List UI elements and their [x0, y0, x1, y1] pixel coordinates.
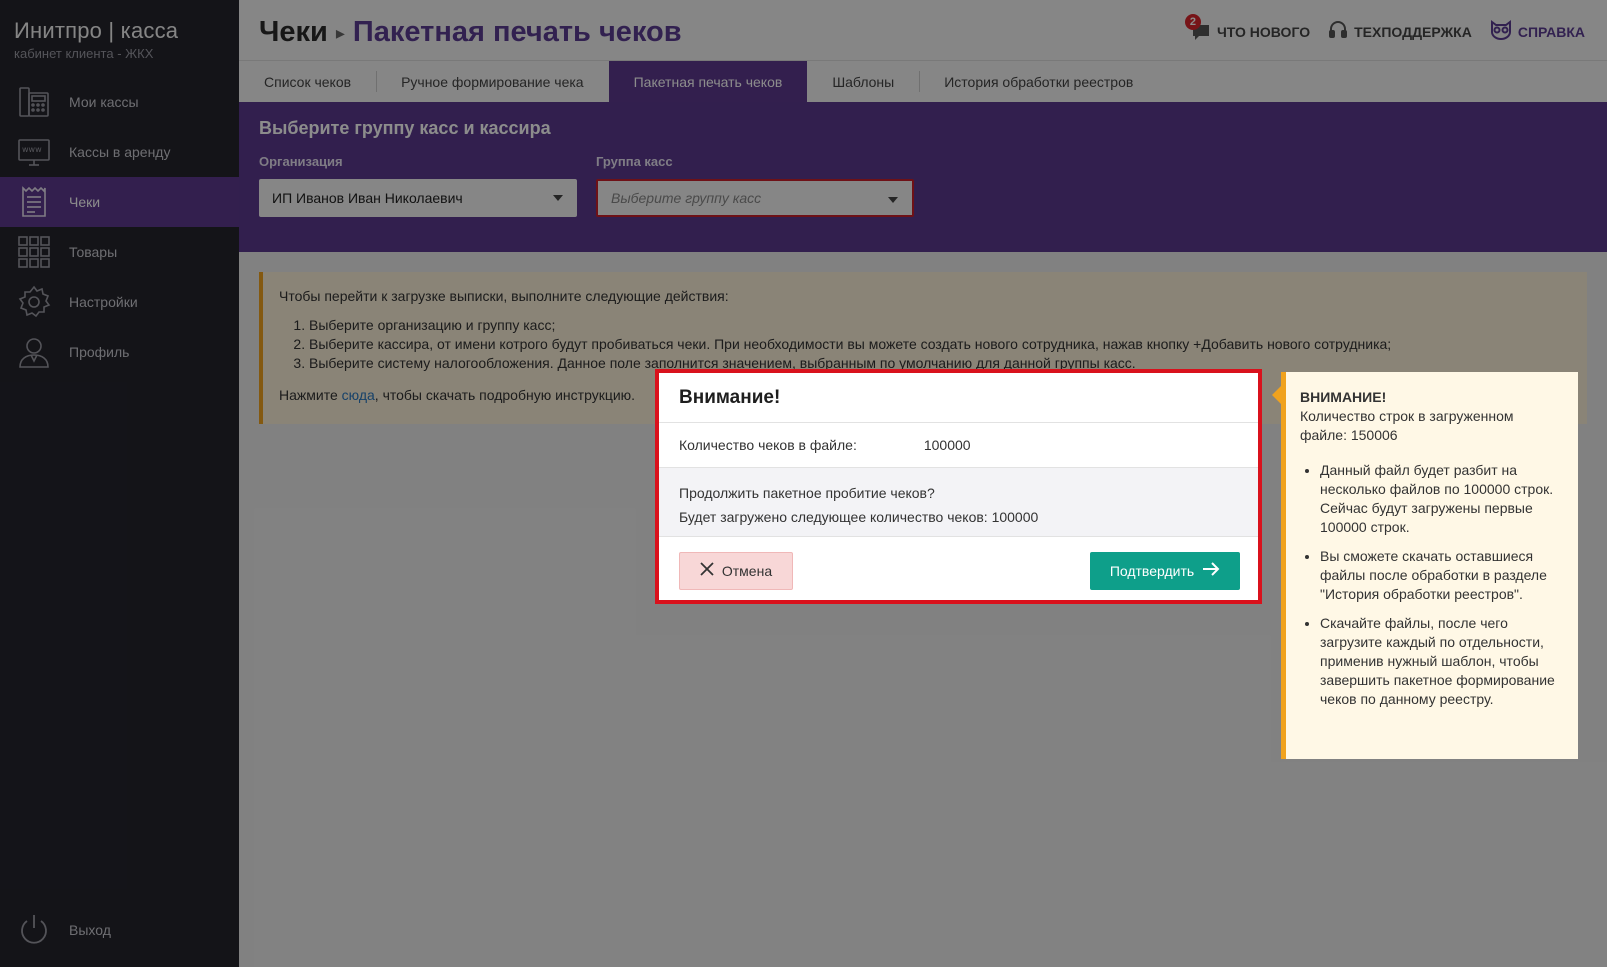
warning-tooltip: ВНИМАНИЕ! Количество строк в загруженном… — [1272, 372, 1578, 759]
close-icon — [700, 562, 714, 579]
dialog-message: Продолжить пакетное пробитие чеков? Буде… — [659, 468, 1258, 537]
warning-title: ВНИМАНИЕ! — [1300, 389, 1387, 405]
arrow-right-icon — [1202, 562, 1220, 579]
dialog-footer: Отмена Подтвердить — [659, 537, 1258, 604]
cancel-label: Отмена — [721, 562, 773, 579]
confirm-dialog: Внимание! Количество чеков в файле: 1000… — [655, 369, 1262, 604]
tooltip-pointer — [1272, 386, 1281, 404]
dialog-title: Внимание! — [659, 373, 1258, 423]
receipt-count-row: Количество чеков в файле: 100000 — [659, 423, 1258, 468]
dialog-question: Продолжить пакетное пробитие чеков? — [679, 485, 935, 501]
confirm-button[interactable]: Подтвердить — [1090, 551, 1240, 590]
warning-item: Данный файл будет разбит на несколько фа… — [1320, 461, 1564, 537]
warning-item: Скачайте файлы, после чего загрузите каж… — [1320, 614, 1564, 709]
confirm-label: Подтвердить — [1109, 562, 1195, 579]
receipt-count-value: 100000 — [923, 437, 971, 453]
warning-list: Данный файл будет разбит на несколько фа… — [1320, 461, 1564, 709]
cancel-button[interactable]: Отмена — [679, 551, 793, 590]
warning-subtitle: Количество строк в загруженном файле: 15… — [1300, 408, 1514, 443]
receipt-count-label: Количество чеков в файле: — [679, 437, 857, 453]
warning-item: Вы сможете скачать оставшиеся файлы посл… — [1320, 547, 1564, 604]
dialog-load-count: Будет загружено следующее количество чек… — [679, 509, 1039, 525]
